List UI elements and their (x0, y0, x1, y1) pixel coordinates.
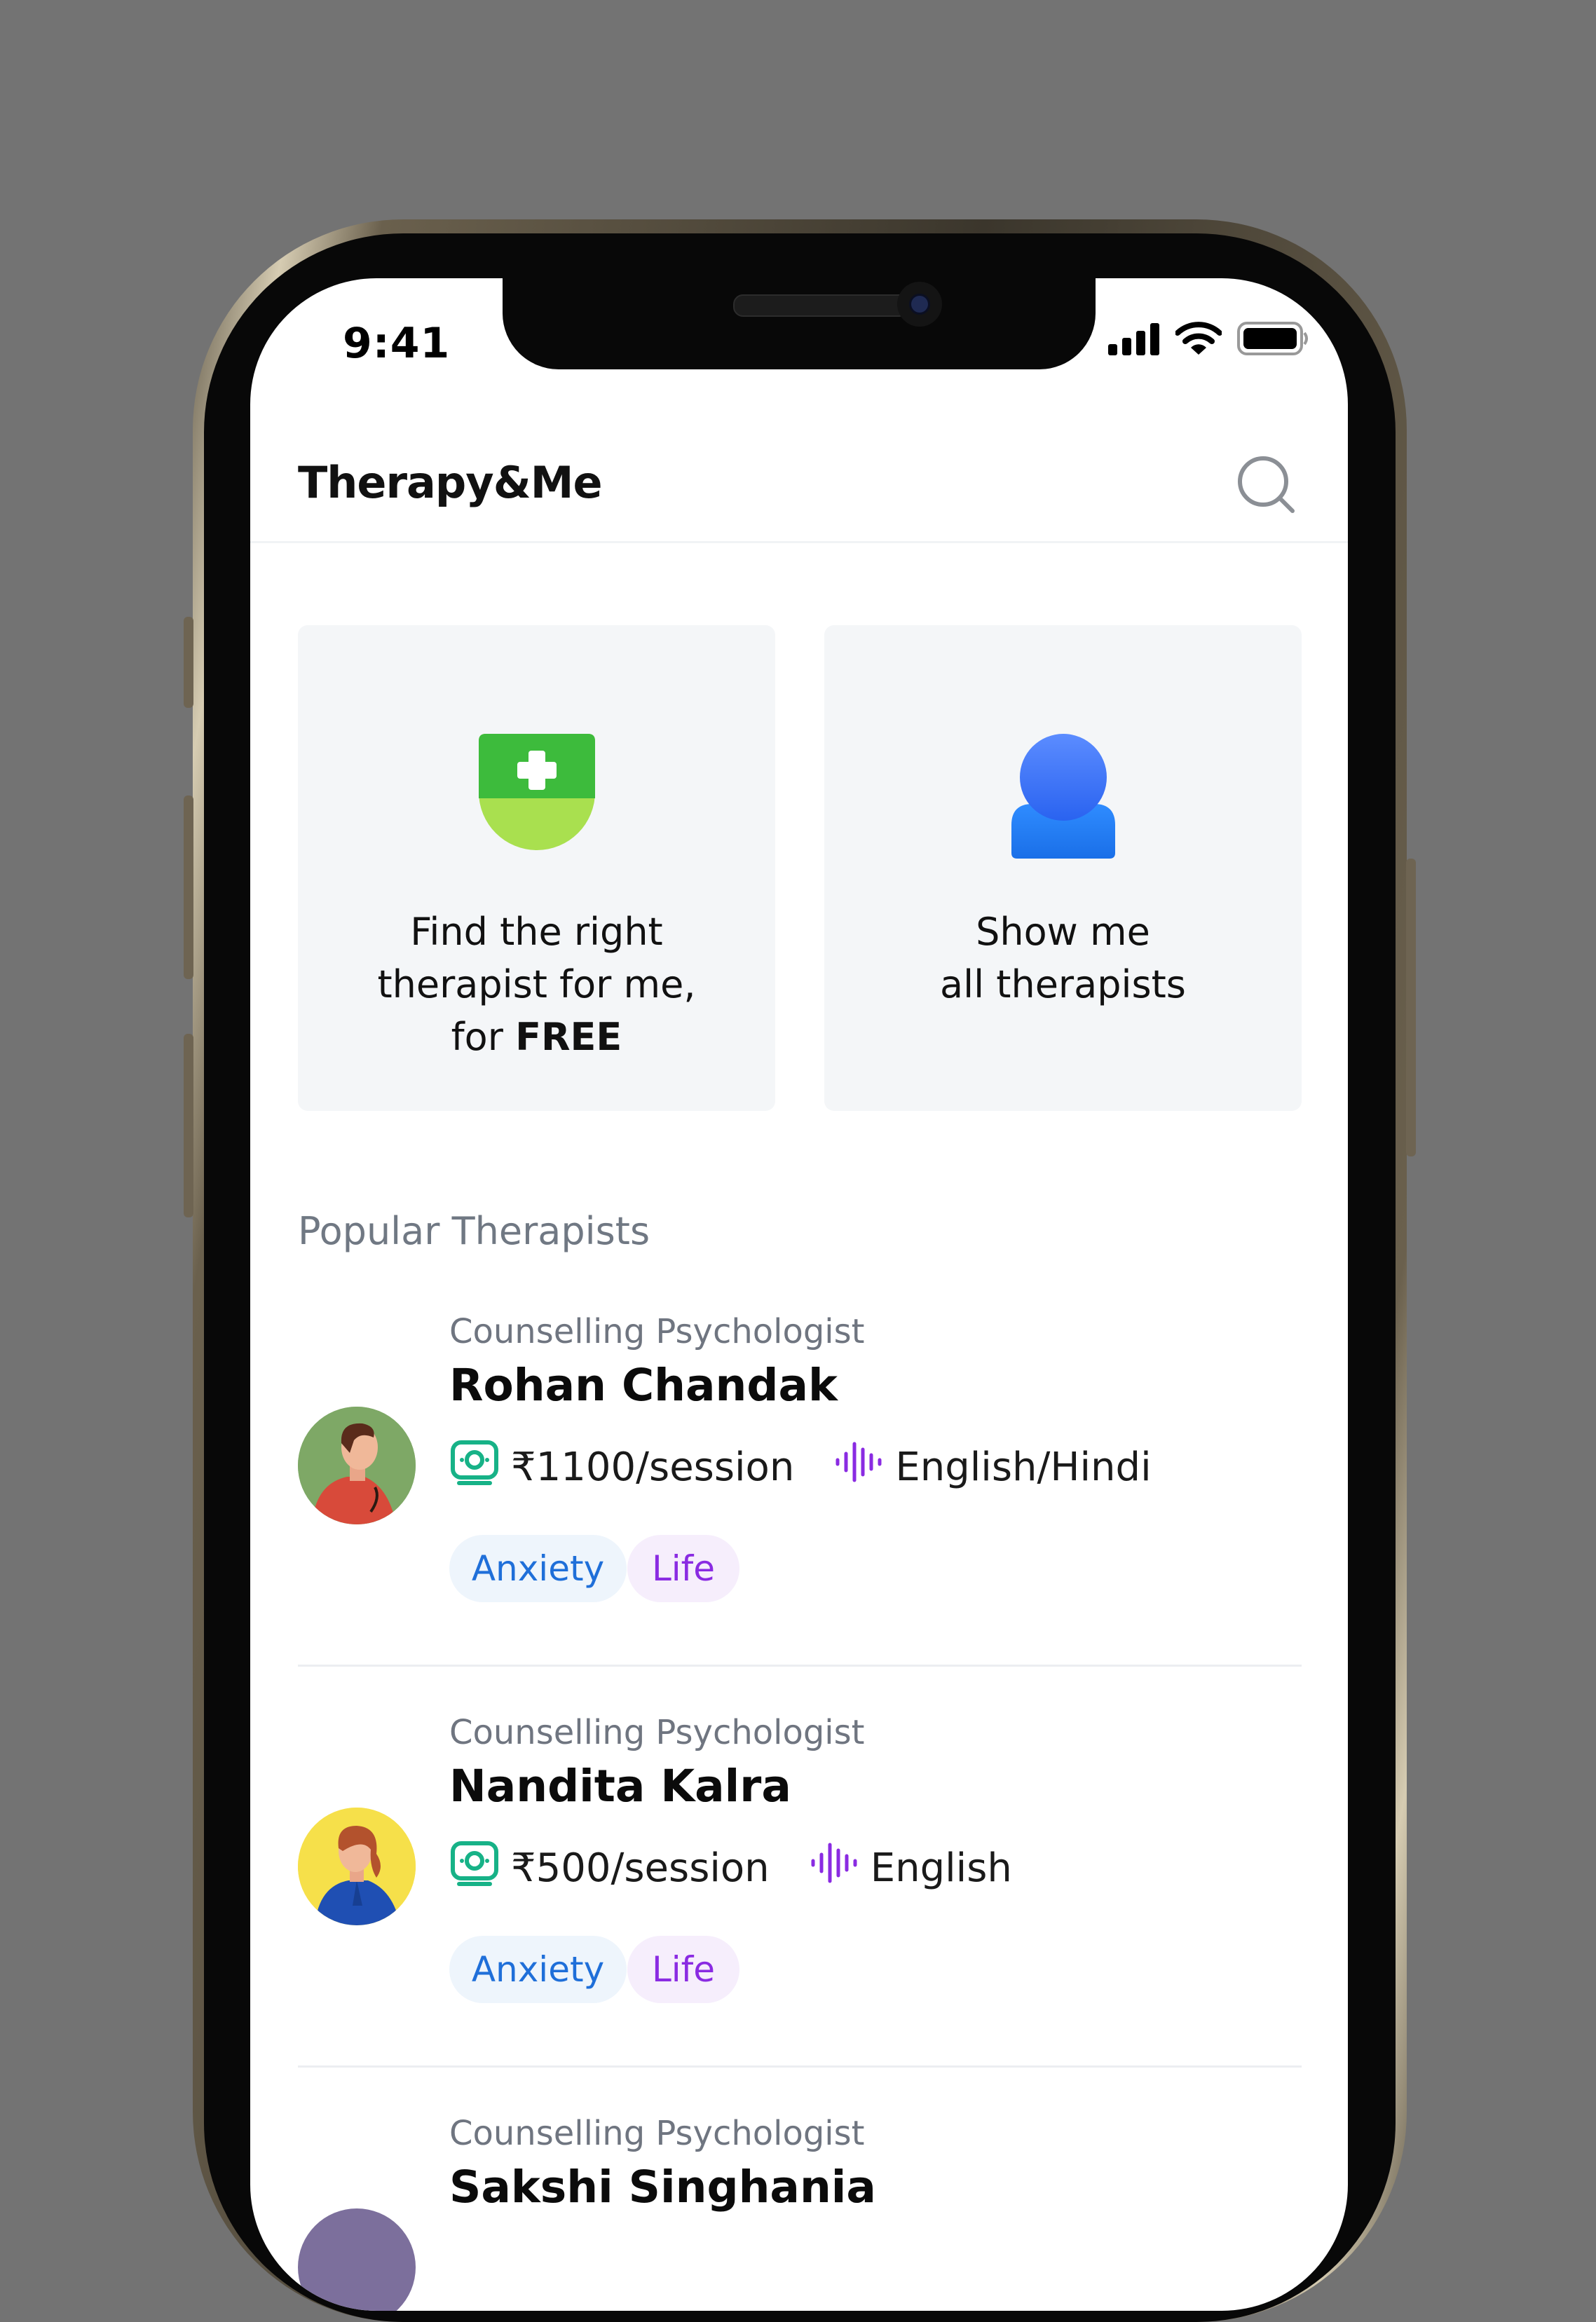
app-title: Therapy&Me (298, 457, 603, 508)
find-therapist-text: Find the right therapist for me, for FRE… (298, 906, 775, 1063)
therapist-row[interactable]: Counselling Psychologist Rohan Chandak ₹… (298, 1312, 1302, 1641)
therapist-meta: ₹500/session English (449, 1838, 1012, 1898)
find-line-3-prefix: for (451, 1015, 516, 1059)
therapist-price: ₹1100/session (511, 1444, 795, 1490)
signal-icon (1108, 323, 1160, 358)
find-therapist-card[interactable]: Find the right therapist for me, for FRE… (298, 625, 775, 1111)
therapist-role: Counselling Psychologist (449, 1713, 865, 1752)
row-divider (298, 1665, 1302, 1667)
person-icon (1011, 734, 1115, 863)
therapist-row[interactable]: Counselling Psychologist Nandita Kalra ₹… (298, 1713, 1302, 2042)
find-line-1: Find the right (410, 910, 663, 954)
therapist-meta: ₹1100/session English/Hindi (449, 1437, 1152, 1497)
avatar (298, 1407, 416, 1524)
row-divider (298, 2065, 1302, 2068)
therapist-row[interactable]: Counselling Psychologist Sakshi Singhani… (298, 2114, 1302, 2311)
section-title: Popular Therapists (298, 1209, 650, 1253)
avatar (298, 2208, 416, 2311)
tag-anxiety[interactable]: Anxiety (449, 1535, 627, 1602)
app-header: Therapy&Me (250, 418, 1348, 543)
therapist-role: Counselling Psychologist (449, 2114, 865, 2153)
side-button-power (1406, 859, 1416, 1156)
find-line-3-bold: FREE (515, 1015, 622, 1059)
battery-icon (1237, 322, 1310, 358)
avatar (298, 1808, 416, 1925)
wifi-icon (1175, 322, 1222, 358)
notch (503, 278, 1096, 369)
side-button-volume-up (184, 795, 193, 979)
search-icon[interactable] (1235, 453, 1298, 517)
all-line-1: Show me (976, 910, 1150, 954)
therapist-language: English/Hindi (895, 1444, 1152, 1490)
status-time: 9:41 (343, 319, 451, 368)
therapist-role: Counselling Psychologist (449, 1312, 865, 1351)
side-button-volume-down (184, 1034, 193, 1217)
therapist-name: Rohan Chandak (449, 1360, 838, 1411)
language-icon (809, 1838, 859, 1898)
tag-life[interactable]: Life (627, 1936, 739, 2003)
shield-plus-icon (478, 734, 595, 853)
all-line-2: all therapists (940, 962, 1186, 1006)
tag-life[interactable]: Life (627, 1535, 739, 1602)
speaker (733, 294, 909, 317)
status-icons (1108, 322, 1310, 358)
language-icon (833, 1437, 884, 1497)
price-icon (449, 1437, 500, 1497)
price-icon (449, 1838, 500, 1898)
therapist-price: ₹500/session (511, 1845, 770, 1891)
phone-screen: 9:41 Therapy&Me Find the right therapist… (250, 278, 1348, 2311)
therapist-name: Nandita Kalra (449, 1761, 791, 1812)
therapist-language: English (870, 1845, 1012, 1891)
front-camera (897, 282, 942, 327)
all-therapists-card[interactable]: Show me all therapists (824, 625, 1302, 1111)
find-line-2: therapist for me, (377, 962, 696, 1006)
side-button-mute (184, 617, 193, 708)
tag-anxiety[interactable]: Anxiety (449, 1936, 627, 2003)
all-therapists-text: Show me all therapists (824, 906, 1302, 1011)
therapist-name: Sakshi Singhania (449, 2161, 876, 2213)
